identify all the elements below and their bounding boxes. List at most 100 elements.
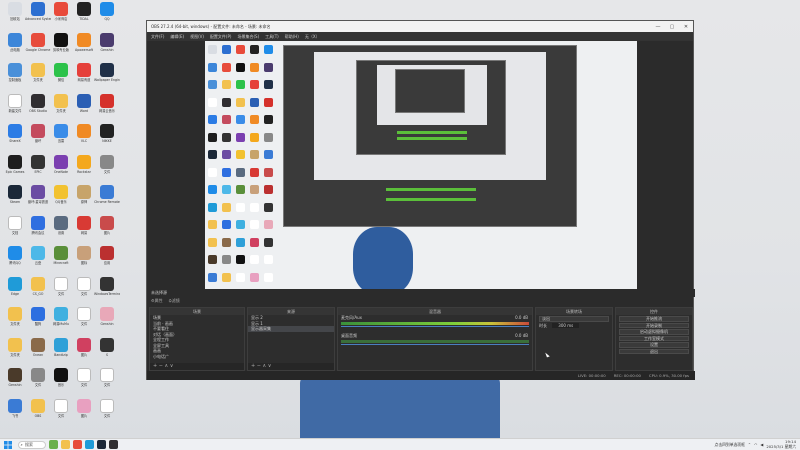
desktop-icon[interactable]: 图片 <box>94 215 120 246</box>
app-icon <box>54 337 68 352</box>
preview-app-icon <box>250 167 259 177</box>
menu-profile[interactable]: 配置文件(P) <box>210 34 232 40</box>
volume-slider[interactable] <box>341 343 529 345</box>
file-explorer-icon[interactable] <box>61 440 70 449</box>
desktop-icon-label: WindowsTerminal <box>94 291 120 296</box>
desktop-icon-label: Genshin <box>100 322 114 326</box>
desktop-icon-label: Genshin <box>100 47 114 52</box>
desktop-icon[interactable]: S <box>94 337 120 368</box>
app-icon <box>54 185 68 199</box>
virtual-camera-button[interactable]: 启动虚拟摄像机 <box>619 329 689 335</box>
preview-app-icon <box>236 255 245 264</box>
desktop-icon[interactable]: 文件 <box>94 368 120 398</box>
app-icon <box>77 246 91 260</box>
transition-select[interactable]: 淡出 <box>539 316 609 322</box>
search-placeholder: 搜索 <box>25 441 33 447</box>
sources-dock-buttons[interactable]: + − ∧ ∨ <box>248 363 334 370</box>
menu-edit[interactable]: 编辑(E) <box>170 34 184 40</box>
close-button[interactable]: ✕ <box>679 24 693 30</box>
desktop-icon[interactable]: 文件 <box>94 398 120 429</box>
app-icon <box>8 276 22 291</box>
app-icon <box>77 185 91 199</box>
wifi-icon[interactable]: ◠ <box>754 442 757 447</box>
tray-notification-text[interactable]: 点击四到单选项框 <box>715 442 745 448</box>
menu-scene-collection[interactable]: 场景集合(S) <box>237 34 259 40</box>
nested-obs-window-3 <box>395 69 465 113</box>
desktop-icon-grid: 回收站Advanced Systemcare小米商店TIDALQQ此电脑Goog… <box>2 2 142 432</box>
edge-icon[interactable] <box>85 440 94 449</box>
filters-button[interactable]: ⛭滤镜 <box>169 298 180 304</box>
desktop-icon-label: 文件 <box>103 383 111 387</box>
desktop-icon[interactable]: Wallpaper Engine <box>94 63 120 93</box>
app-icon <box>8 185 22 199</box>
maximize-button[interactable]: ▢ <box>665 24 679 30</box>
desktop-icon[interactable]: 网易云音乐 <box>94 93 120 124</box>
properties-button[interactable]: ⚙属性 <box>151 298 163 304</box>
app-icon <box>100 63 114 77</box>
app-icon <box>100 307 114 321</box>
taskbar-apps <box>46 440 118 449</box>
transitions-dock-title: 场景转场 <box>536 308 612 315</box>
duration-input[interactable]: 300 ms <box>552 322 580 328</box>
preview-canvas[interactable] <box>205 41 637 295</box>
scene-item[interactable]: 小电话广 <box>150 354 244 360</box>
studio-mode-button[interactable]: 工作室模式 <box>619 335 689 341</box>
app-icon <box>100 185 114 199</box>
app-icon <box>54 215 68 230</box>
minimize-button[interactable]: — <box>651 24 665 30</box>
preview-app-icon <box>250 220 259 229</box>
app-icon <box>54 368 68 382</box>
sources-dock-title: 来源 <box>248 308 334 315</box>
app-icon <box>100 124 114 138</box>
desktop-icon[interactable]: 应用 <box>94 246 120 276</box>
preview-app-icon <box>236 115 245 124</box>
mixer-channel-label: 桌面音频 <box>341 333 357 338</box>
app-icon <box>100 398 114 413</box>
settings-button[interactable]: 设置 <box>619 342 689 348</box>
preview-app-icon <box>264 45 273 54</box>
desktop-icon-label: 文件 <box>103 413 111 418</box>
live-status: LIVE: 00:00:00 <box>577 373 606 378</box>
menu-view[interactable]: 视图(V) <box>190 34 204 40</box>
start-streaming-button[interactable]: 开始推流 <box>619 316 689 322</box>
app-icon <box>100 368 114 382</box>
chrome-icon[interactable] <box>73 440 82 449</box>
menu-extra[interactable]: 无（X） <box>305 34 320 40</box>
windows-start-icon[interactable] <box>4 440 12 449</box>
desktop-icon[interactable]: Chrome Remote <box>94 185 120 215</box>
desktop-icon-label: Wallpaper Engine <box>94 78 120 82</box>
desktop-icon[interactable]: NIKKE <box>94 124 120 154</box>
menu-tools[interactable]: 工具(T) <box>265 34 279 40</box>
rec-status: REC: 00:00:00 <box>613 373 641 378</box>
app-icon <box>54 276 68 291</box>
volume-slider[interactable] <box>341 325 529 327</box>
nested-obs-window-2 <box>356 60 506 155</box>
app-icon <box>100 337 114 352</box>
steam-icon[interactable] <box>97 440 106 449</box>
source-item[interactable]: 显示器采集 <box>248 326 334 332</box>
menu-help[interactable]: 帮助(H) <box>285 34 299 40</box>
desktop-icon[interactable]: Genshin <box>94 32 120 63</box>
preview-app-icon <box>222 167 231 177</box>
volume-icon[interactable]: ◀ <box>760 442 763 447</box>
menu-file[interactable]: 文件(F) <box>151 34 164 40</box>
exit-button[interactable]: 退出 <box>619 348 689 354</box>
desktop-icon[interactable]: QQ <box>94 2 120 32</box>
desktop-icon-label: 网易云音乐 <box>99 108 115 113</box>
clock[interactable]: 19:14 2025/3/1 星期六 <box>766 439 796 449</box>
desktop-icon[interactable]: Genshin <box>94 307 120 337</box>
app-icon <box>8 2 22 16</box>
app-icon <box>54 398 68 413</box>
chevron-up-icon[interactable]: ⌃ <box>748 442 751 447</box>
obs-icon[interactable] <box>109 440 118 449</box>
app-icon <box>100 276 114 291</box>
widgets-icon[interactable] <box>49 440 58 449</box>
start-recording-button[interactable]: 开始录制 <box>619 322 689 328</box>
desktop-icon[interactable]: WindowsTerminal <box>94 276 120 307</box>
preview-app-icon <box>264 150 273 159</box>
scenes-dock-buttons[interactable]: + − ∧ ∨ <box>150 363 244 370</box>
taskbar-search[interactable]: ⌕ 搜索 <box>18 440 46 449</box>
no-source-label: 未选择源 <box>151 290 167 295</box>
app-icon <box>54 154 68 169</box>
desktop-icon[interactable]: 文件 <box>94 154 120 185</box>
